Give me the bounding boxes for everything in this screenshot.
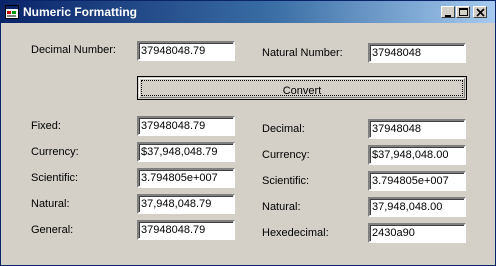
hexadecimal-label: Hexedecimal:	[262, 227, 329, 239]
currency-output[interactable]: $37,948,048.79	[137, 142, 235, 162]
maximize-button[interactable]	[456, 6, 470, 18]
general-label: General:	[31, 224, 74, 236]
convert-button[interactable]: Convert	[137, 76, 467, 100]
title-bar[interactable]: Numeric Formatting	[1, 1, 495, 23]
decimal-number-input[interactable]: 37948048.79	[137, 41, 235, 61]
close-button[interactable]	[473, 6, 487, 18]
decimal-number-label: Decimal Number:	[31, 44, 116, 56]
maximize-icon	[459, 8, 468, 16]
decimal-label: Decimal:	[262, 123, 305, 135]
convert-button-label: Convert	[282, 85, 322, 97]
currency-label: Currency:	[31, 146, 79, 158]
natural-scientific-label: Scientific:	[262, 175, 310, 187]
natural-currency-output[interactable]: $37,948,048.00	[368, 145, 466, 165]
natural-natural-label: Natural:	[262, 201, 301, 213]
natural-number-input[interactable]: 37948048	[368, 43, 466, 63]
app-icon	[5, 5, 19, 19]
natural-label: Natural:	[31, 198, 70, 210]
natural-natural-output[interactable]: 37,948,048.00	[368, 197, 466, 217]
app-window: Numeric Formatting Decimal Number: 37948…	[0, 0, 496, 266]
natural-output[interactable]: 37,948,048.79	[137, 194, 235, 214]
natural-scientific-output[interactable]: 3.794805e+007	[368, 171, 466, 191]
window-title: Numeric Formatting	[23, 5, 138, 19]
scientific-output[interactable]: 3.794805e+007	[137, 168, 235, 188]
natural-currency-label: Currency:	[262, 149, 310, 161]
natural-number-label: Natural Number:	[262, 47, 343, 59]
fixed-label: Fixed:	[31, 120, 61, 132]
decimal-output[interactable]: 37948048	[368, 119, 466, 139]
general-output[interactable]: 37948048.79	[137, 220, 235, 240]
fixed-output[interactable]: 37948048.79	[137, 116, 235, 136]
hexadecimal-output[interactable]: 2430a90	[368, 223, 466, 243]
close-icon	[476, 8, 485, 17]
minimize-icon	[445, 15, 451, 17]
scientific-label: Scientific:	[31, 172, 79, 184]
minimize-button[interactable]	[441, 6, 455, 18]
